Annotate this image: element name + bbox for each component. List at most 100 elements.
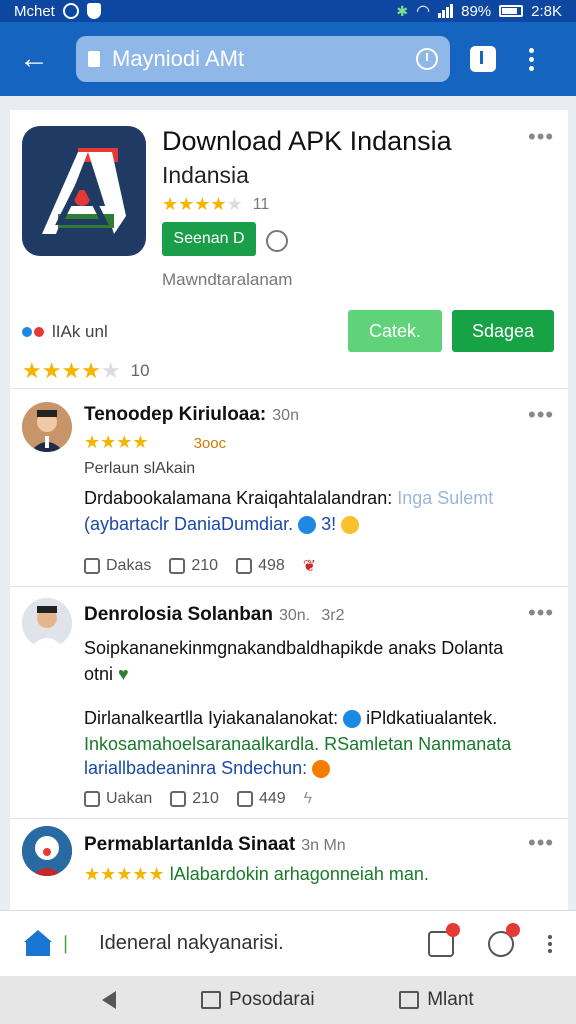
review-author[interactable]: Tenoodep Kiriuloaa: 30n — [84, 404, 299, 426]
blue-heart-icon — [22, 327, 32, 337]
like-icon — [84, 558, 100, 574]
more-vert-icon[interactable] — [548, 934, 552, 953]
more-horiz-icon[interactable]: ••• — [528, 124, 554, 150]
review-time: 30n. — [278, 607, 311, 624]
review-author[interactable]: Permablartanlda Sinaat 3n Mn — [84, 834, 346, 856]
divider — [10, 586, 568, 587]
bookmark-icon — [236, 791, 253, 807]
more-vert-icon[interactable] — [522, 47, 540, 71]
back-arrow-icon[interactable]: ← — [14, 39, 54, 79]
circle-icon — [62, 3, 79, 19]
app-subtitle: Indansia — [162, 162, 249, 188]
like-action[interactable]: Uakan — [84, 790, 152, 808]
review-badge: 3ooc — [193, 435, 227, 452]
divider — [10, 388, 568, 389]
battery-icon — [499, 5, 524, 17]
notification-badge — [446, 922, 460, 937]
avatar[interactable] — [22, 598, 72, 648]
system-nav-bar: Posodarai Mlant — [0, 976, 576, 1024]
emoji-icon — [343, 710, 362, 729]
leaf-icon: ❘ — [58, 933, 74, 953]
cancel-button[interactable]: Catek. — [348, 310, 442, 352]
red-heart-icon — [34, 327, 44, 337]
review-text: Soipkananekinmgnakandbaldhapikde anaks D… — [84, 638, 504, 658]
check-heart-icon: ♥ — [118, 664, 129, 684]
review-muted-text: Inga Sulemt — [397, 488, 494, 508]
more-horiz-icon[interactable]: ••• — [528, 830, 554, 856]
share-action[interactable]: 210 — [170, 790, 219, 808]
review-text: otni ♥ — [84, 664, 129, 684]
carrier-label: Mchet — [14, 2, 55, 20]
bottom-bar-text[interactable]: Ideneral nakyanarisi. — [99, 932, 284, 955]
browser-toolbar: ← Mayniodi AMt — [0, 22, 576, 96]
tabs-icon[interactable] — [470, 46, 496, 72]
like-icon — [84, 791, 100, 807]
signal-icon — [438, 4, 454, 18]
app-rating: ★★★★★ 11 — [162, 194, 269, 215]
battery-label: 89% — [461, 2, 492, 20]
review-text: Drdabookalamana Kraiqahtalalandran: Inga… — [84, 488, 494, 508]
developer-name[interactable]: Mawndtaralanam — [162, 270, 292, 290]
like-action[interactable]: Dakas — [84, 557, 151, 575]
save-action[interactable]: 449 — [236, 790, 286, 808]
bluetooth-icon: ✱ — [396, 2, 409, 19]
star-rating: ★★★★★ — [162, 194, 243, 214]
emoji-icon — [298, 516, 317, 535]
emoji-icon — [312, 760, 331, 779]
rating-count: 10 — [130, 361, 150, 380]
shield-icon — [86, 3, 101, 19]
clock-icon[interactable] — [416, 48, 438, 70]
search-button[interactable]: Seenan D — [162, 222, 256, 256]
smile-emoji-icon — [341, 516, 360, 535]
nav-square-icon — [399, 991, 420, 1009]
flash-icon: ϟ — [303, 790, 313, 807]
review-text: lariallbadeaninra Sndechun: — [84, 758, 331, 779]
avatar[interactable] — [22, 826, 72, 876]
nav-square-icon — [200, 991, 221, 1009]
review-actions: Dakas 210 498 ❦ — [84, 556, 316, 576]
rose-icon: ❦ — [302, 558, 317, 575]
status-bar: Mchet ✱ ◠ 89% 2:8K — [0, 0, 576, 22]
chat-badge — [506, 922, 520, 937]
review-actions: Uakan 210 449 ϟ — [84, 790, 312, 808]
notification-icon[interactable] — [428, 922, 460, 957]
review-text: ★★★★★ lAlabardokin arhagonneiah man. — [84, 864, 429, 884]
star-rating: ★★★★★ — [22, 358, 121, 383]
save-action[interactable]: 498 — [236, 557, 285, 575]
nav-back-icon[interactable] — [102, 991, 117, 1009]
meta-label: lIAk unl — [52, 322, 108, 341]
share-action[interactable]: 210 — [169, 557, 218, 575]
rating-row: ★★★★★ 10 — [22, 358, 150, 384]
nav-home[interactable]: Posodarai — [200, 989, 315, 1011]
review-text: Dirlanalkeartlla Iyiakanalanokat: iPldka… — [84, 708, 498, 729]
avatar[interactable] — [22, 402, 72, 452]
review-text: Inkosamahoelsaranaalkardla. RSamletan Na… — [84, 734, 512, 754]
bookmark-icon — [236, 558, 253, 574]
more-horiz-icon[interactable]: ••• — [528, 600, 554, 626]
review-text: (aybartaclr DaniaDumdiar. 3! — [84, 514, 360, 535]
app-title: Download APK Indansia — [162, 126, 452, 156]
app-page: Download APK Indansia Indansia ★★★★★ 11 … — [10, 110, 568, 910]
review-author[interactable]: Denrolosia Solanban 30n. 3r2 — [84, 604, 345, 626]
review-time: 30n — [272, 407, 299, 424]
review-tag: Perlaun slAkain — [84, 460, 196, 477]
share-icon — [169, 558, 186, 574]
star-rating: ★★★★ — [84, 432, 149, 452]
rating-count: 11 — [252, 195, 270, 213]
nav-recents[interactable]: Mlant — [399, 989, 474, 1011]
bottom-bar: ❘ Ideneral nakyanarisi. — [0, 910, 576, 976]
review-time: 3n Mn — [301, 837, 346, 854]
wifi-icon: ◠ — [416, 3, 431, 20]
review-rating: ★★★★ 3ooc — [84, 432, 226, 453]
install-button[interactable]: Sdagea — [452, 310, 554, 352]
touch-icon[interactable] — [266, 230, 288, 252]
home-icon[interactable] — [24, 929, 54, 958]
time-label: 2:8K — [531, 2, 562, 20]
more-horiz-icon[interactable]: ••• — [528, 402, 554, 428]
divider — [10, 818, 568, 819]
url-bar[interactable]: Mayniodi AMt — [76, 36, 450, 82]
lock-icon — [88, 51, 100, 67]
app-icon[interactable] — [22, 126, 146, 256]
meta-row: lIAk unl — [22, 322, 108, 342]
chat-icon[interactable] — [488, 922, 520, 957]
